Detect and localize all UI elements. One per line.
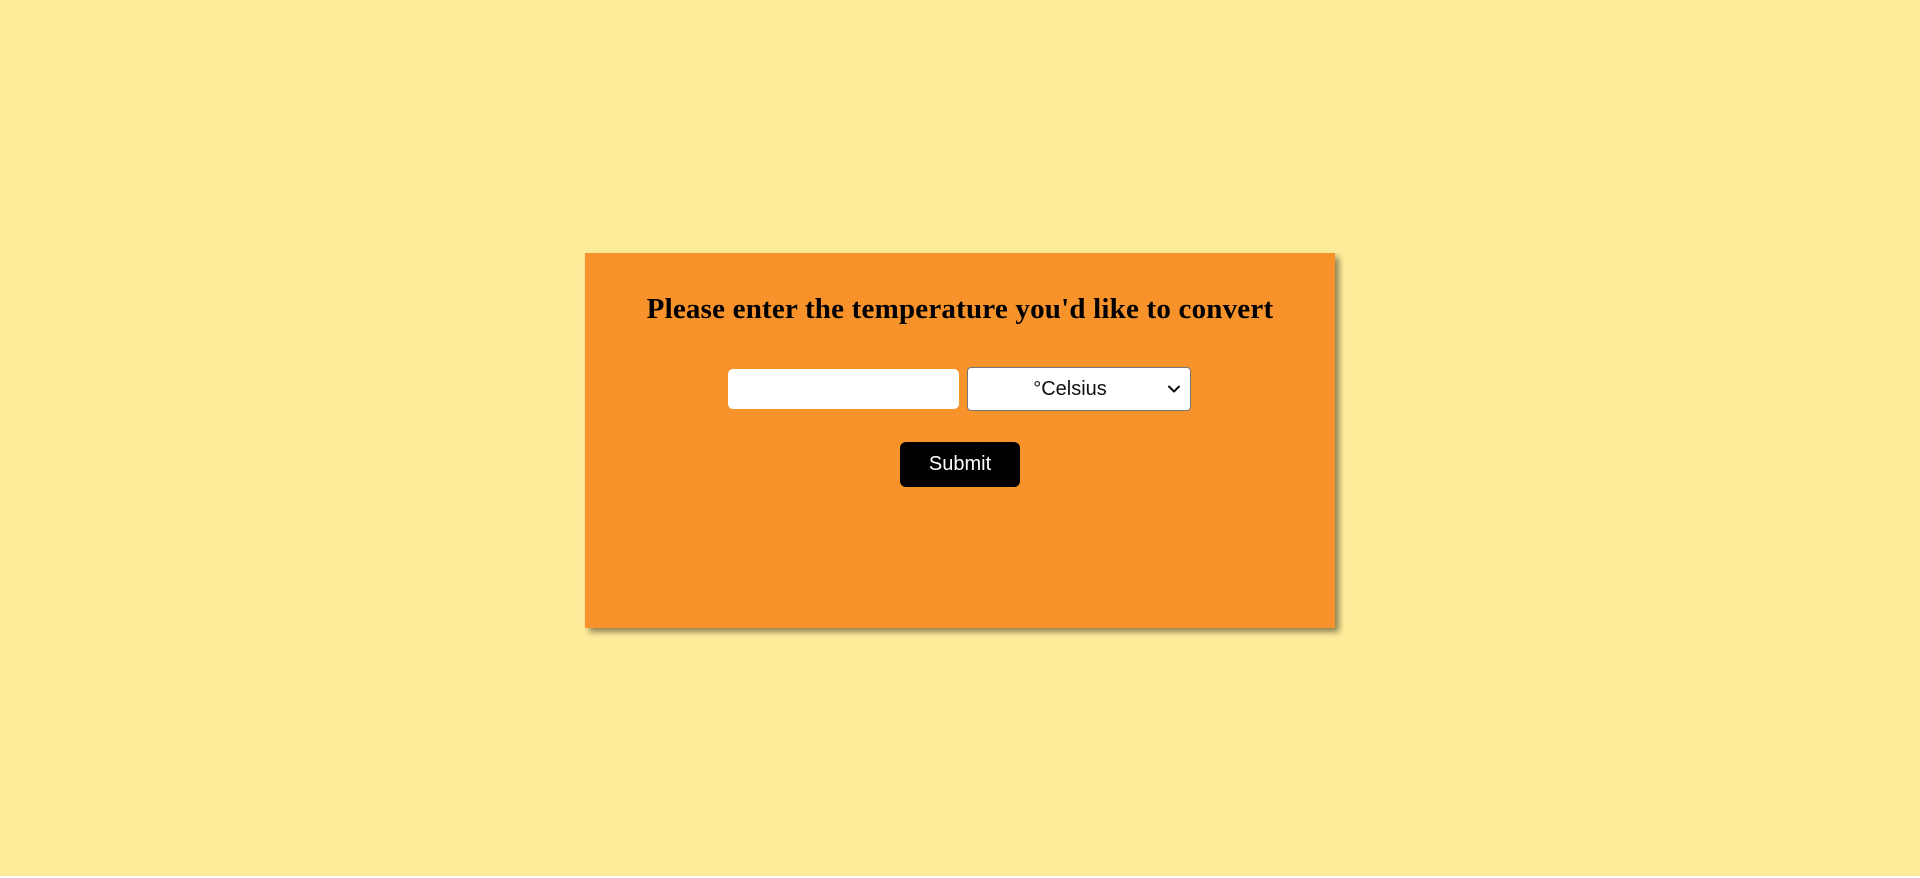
unit-select[interactable]: °Celsius — [967, 367, 1191, 411]
converter-card: Please enter the temperature you'd like … — [585, 253, 1335, 628]
page-title: Please enter the temperature you'd like … — [646, 293, 1274, 325]
unit-select-value: °Celsius — [1033, 377, 1107, 400]
chevron-down-icon — [1168, 385, 1180, 393]
temperature-input[interactable] — [728, 369, 959, 409]
submit-button[interactable]: Submit — [900, 442, 1020, 487]
